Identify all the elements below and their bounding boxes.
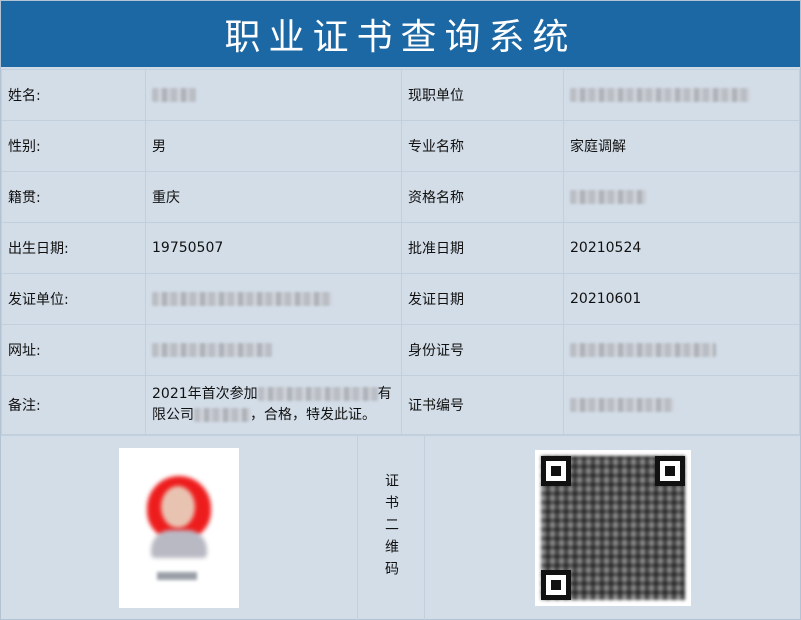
- name-redacted: [152, 88, 196, 102]
- table-row: 姓名: 现职单位: [1, 69, 800, 121]
- certificate-number-redacted: [570, 398, 674, 412]
- birth-date-value: 19750507: [145, 222, 402, 274]
- remarks-redacted-1: [257, 387, 378, 401]
- employer-label: 现职单位: [401, 69, 564, 121]
- birth-date-label: 出生日期:: [1, 222, 146, 274]
- certificate-number-label: 证书编号: [401, 375, 564, 435]
- qr-finder-top-left: [540, 456, 571, 486]
- certificate-number-value: [563, 375, 800, 435]
- issuer-value: [145, 273, 402, 325]
- table-row: 备注: 2021年首次参加 有 限公司 ，合格，特发此证。 证书编号: [1, 375, 800, 435]
- issuer-redacted: [152, 292, 332, 306]
- qr-cell: [425, 436, 800, 620]
- native-place-label: 籍贯:: [1, 171, 146, 223]
- table-row: 性别: 男 专业名称 家庭调解: [1, 120, 800, 172]
- native-place-value: 重庆: [145, 171, 402, 223]
- remarks-part4: ，合格，特发此证。: [250, 407, 376, 423]
- remarks-part3: 限公司: [152, 407, 194, 423]
- qr-finder-top-right: [654, 456, 685, 486]
- remarks-part2: 有: [377, 386, 392, 402]
- gender-label: 性别:: [1, 120, 146, 172]
- photo-cell: [1, 436, 358, 620]
- remarks-label: 备注:: [1, 375, 146, 435]
- remarks-text: 2021年首次参加 有 限公司 ，合格，特发此证。: [152, 380, 395, 430]
- bottom-section: 证书二维码: [1, 435, 800, 620]
- major-value: 家庭调解: [563, 120, 800, 172]
- remarks-redacted-2: [194, 408, 250, 422]
- remarks-value: 2021年首次参加 有 限公司 ，合格，特发此证。: [145, 375, 402, 435]
- approval-date-label: 批准日期: [401, 222, 564, 274]
- qr-label: 证书二维码: [383, 473, 399, 583]
- employer-value: [563, 69, 800, 121]
- website-label: 网址:: [1, 324, 146, 376]
- qr-label-cell: 证书二维码: [358, 436, 425, 620]
- table-row: 出生日期: 19750507 批准日期 20210524: [1, 222, 800, 274]
- qualification-label: 资格名称: [401, 171, 564, 223]
- qr-code[interactable]: [534, 450, 691, 606]
- approval-date-value: 20210524: [563, 222, 800, 274]
- employer-redacted: [570, 88, 750, 102]
- remarks-part1: 2021年首次参加: [152, 386, 258, 402]
- certificate-info-table: 姓名: 现职单位 性别: 男 专业名称 家庭调解 籍贯: 重庆 资格名称 出生日…: [1, 69, 800, 435]
- qualification-value: [563, 171, 800, 223]
- table-row: 网址: 身份证号: [1, 324, 800, 376]
- issue-date-value: 20210601: [563, 273, 800, 325]
- qr-finder-bottom-left: [540, 570, 571, 600]
- issue-date-label: 发证日期: [401, 273, 564, 325]
- major-label: 专业名称: [401, 120, 564, 172]
- photo-body: [151, 530, 207, 558]
- website-redacted: [152, 343, 272, 357]
- id-number-value: [563, 324, 800, 376]
- page-title: 职业证书查询系统: [1, 1, 800, 69]
- table-row: 发证单位: 发证日期 20210601: [1, 273, 800, 325]
- issuer-label: 发证单位:: [1, 273, 146, 325]
- name-label: 姓名:: [1, 69, 146, 121]
- id-number-label: 身份证号: [401, 324, 564, 376]
- certificate-query-panel: 职业证书查询系统 姓名: 现职单位 性别: 男 专业名称 家庭调解 籍贯: 重庆…: [0, 0, 801, 620]
- holder-photo: [119, 448, 239, 608]
- id-number-redacted: [570, 343, 716, 357]
- name-value: [145, 69, 402, 121]
- photo-face: [161, 486, 195, 528]
- qualification-redacted: [570, 190, 646, 204]
- gender-value: 男: [145, 120, 402, 172]
- table-row: 籍贯: 重庆 资格名称: [1, 171, 800, 223]
- website-value[interactable]: [145, 324, 402, 376]
- photo-caption-redacted: [157, 572, 197, 580]
